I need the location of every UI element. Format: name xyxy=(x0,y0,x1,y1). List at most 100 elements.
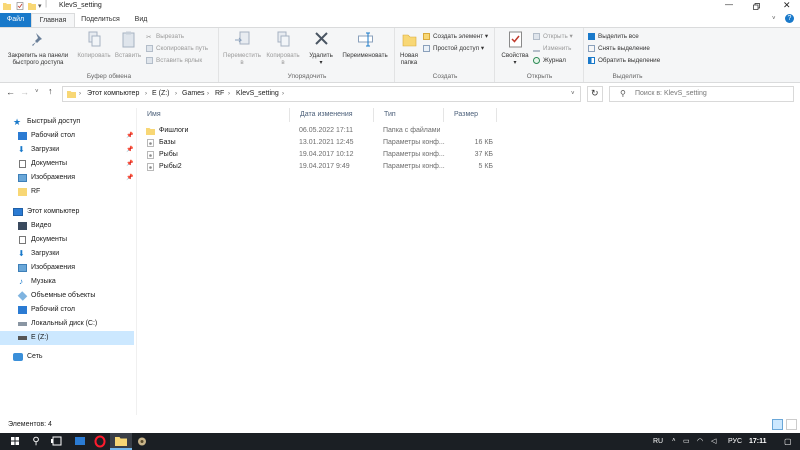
qat-dropdown-icon[interactable]: ▾ xyxy=(38,2,42,10)
tab-view[interactable]: Вид xyxy=(128,13,154,27)
large-icons-view-icon[interactable] xyxy=(786,419,797,430)
nav-item-3d-objects[interactable]: Объемные объекты xyxy=(0,289,134,303)
breadcrumb-this-pc[interactable]: Этот компьютер xyxy=(87,87,139,101)
breadcrumb-games[interactable]: Games xyxy=(182,87,205,101)
input-language[interactable]: РУС xyxy=(728,433,742,450)
paste-shortcut-button[interactable]: Вставить ярлык xyxy=(146,56,202,66)
breadcrumb-current[interactable]: KlevS_setting xyxy=(236,87,279,101)
table-row[interactable]: Фишлоги 06.05.2022 17:11 Папка с файлами xyxy=(137,125,537,137)
breadcrumb-rf[interactable]: RF xyxy=(215,87,224,101)
nav-network[interactable]: Сеть xyxy=(0,350,134,364)
nav-item-pictures[interactable]: Изображения 📌 xyxy=(0,171,134,185)
breadcrumb-drive[interactable]: E (Z:) xyxy=(152,87,170,101)
clock[interactable]: 17:11 xyxy=(749,433,767,450)
new-folder-icon[interactable] xyxy=(28,2,36,10)
show-hidden-icons-icon[interactable]: ˄ xyxy=(672,433,676,450)
pin-icon[interactable]: 📌 xyxy=(126,157,133,171)
nav-quick-access[interactable]: ★ Быстрый доступ xyxy=(0,115,134,129)
recent-locations-icon[interactable]: ˅ xyxy=(35,89,39,95)
select-none-button[interactable]: Снять выделение xyxy=(588,44,650,54)
volume-icon[interactable]: ◁ xyxy=(711,433,716,450)
language-indicator[interactable]: RU xyxy=(653,433,663,450)
up-button[interactable]: ↑ xyxy=(48,86,53,96)
breadcrumb-separator[interactable]: › xyxy=(79,87,81,101)
edit-button[interactable]: Изменить xyxy=(533,44,571,54)
properties-button[interactable]: Свойства ▾ xyxy=(498,31,532,66)
table-row[interactable]: Рыбы 19.04.2017 10:12 Параметры конф... … xyxy=(137,149,537,161)
opera-icon[interactable] xyxy=(89,433,111,450)
windows-start-icon[interactable] xyxy=(4,433,26,450)
breadcrumb-separator[interactable]: › xyxy=(145,87,147,101)
pin-icon[interactable]: 📌 xyxy=(126,171,133,185)
desktop-icon xyxy=(18,306,27,314)
nav-item-downloads[interactable]: ⬇ Загрузки 📌 xyxy=(0,143,134,157)
pin-icon[interactable]: 📌 xyxy=(126,143,133,157)
move-to-button[interactable]: Переместить в xyxy=(222,31,262,66)
nav-item-documents[interactable]: Документы 📌 xyxy=(0,157,134,171)
search-icon[interactable]: ⚲ xyxy=(25,433,47,450)
cut-button[interactable]: ✂ Вырезать xyxy=(146,32,184,42)
nav-this-pc[interactable]: Этот компьютер xyxy=(0,205,134,219)
ribbon-collapse-icon[interactable]: ˅ xyxy=(772,16,776,22)
table-row[interactable]: Рыбы2 19.04.2017 9:49 Параметры конф... … xyxy=(137,161,537,173)
nav-item-drive-e[interactable]: E (Z:) xyxy=(0,331,134,345)
nav-item-pc-downloads[interactable]: ⬇ Загрузки xyxy=(0,247,134,261)
app-icon[interactable] xyxy=(131,433,153,450)
column-header-date[interactable]: Дата изменения xyxy=(290,108,374,122)
forward-button[interactable]: → xyxy=(20,87,29,97)
column-header-name[interactable]: Имя xyxy=(137,108,290,122)
select-all-button[interactable]: Выделить все xyxy=(588,32,639,42)
delete-button[interactable]: Удалить ▾ xyxy=(305,31,337,66)
new-item-label: Создать элемент xyxy=(433,33,484,40)
open-button[interactable]: Открыть ▾ xyxy=(533,32,573,42)
invert-selection-button[interactable]: Обратить выделение xyxy=(588,56,660,66)
pin-quick-access-button[interactable]: Закрепить на панели быстрого доступа xyxy=(2,31,74,66)
nav-item-pc-documents[interactable]: Документы xyxy=(0,233,134,247)
nav-item-rf[interactable]: RF xyxy=(0,185,134,199)
history-button[interactable]: Журнал xyxy=(533,56,566,66)
back-button[interactable]: ← xyxy=(6,87,15,97)
paste-button[interactable]: Вставить xyxy=(113,31,143,59)
tab-share[interactable]: Поделиться xyxy=(77,13,124,27)
help-icon[interactable]: ? xyxy=(785,14,794,23)
ribbon: Закрепить на панели быстрого доступа Коп… xyxy=(0,27,800,83)
task-view-icon[interactable] xyxy=(46,433,68,450)
breadcrumb-separator[interactable]: › xyxy=(175,87,177,101)
search-input[interactable]: ⚲ Поиск в: KlevS_setting xyxy=(609,86,794,102)
column-header-size[interactable]: Размер xyxy=(444,108,497,122)
restore-button[interactable] xyxy=(753,3,760,10)
tab-file[interactable]: Файл xyxy=(0,13,31,27)
nav-item-desktop[interactable]: Рабочий стол 📌 xyxy=(0,129,134,143)
explorer-taskbar-button[interactable] xyxy=(110,433,132,450)
pin-icon[interactable]: 📌 xyxy=(126,129,133,143)
breadcrumb-separator[interactable]: › xyxy=(228,87,230,101)
nav-item-pc-desktop[interactable]: Рабочий стол xyxy=(0,303,134,317)
nav-item-pc-pictures[interactable]: Изображения xyxy=(0,261,134,275)
new-folder-button[interactable]: Новая папка xyxy=(396,31,422,66)
breadcrumb-separator[interactable]: › xyxy=(207,87,209,101)
close-button[interactable]: ✕ xyxy=(783,0,791,11)
properties-icon[interactable] xyxy=(16,2,24,10)
breadcrumb-separator[interactable]: › xyxy=(282,87,284,101)
nav-item-videos[interactable]: Видео xyxy=(0,219,134,233)
copy-button[interactable]: Копировать xyxy=(74,31,114,59)
nav-item-local-disk[interactable]: Локальный диск (C:) xyxy=(0,317,134,331)
desktop-app-icon[interactable] xyxy=(69,433,91,450)
copy-to-button[interactable]: Копировать в xyxy=(263,31,303,66)
minimize-button[interactable]: — xyxy=(719,0,739,9)
wifi-icon[interactable]: ◠ xyxy=(697,433,703,450)
address-dropdown-icon[interactable]: ˅ xyxy=(571,87,575,101)
refresh-button[interactable]: ↻ xyxy=(587,86,603,102)
address-bar[interactable]: › Этот компьютер › E (Z:) › Games › RF ›… xyxy=(62,86,581,102)
column-header-type[interactable]: Тип xyxy=(374,108,444,122)
tab-home[interactable]: Главная xyxy=(31,13,75,28)
network-icon[interactable]: ▭ xyxy=(683,433,690,450)
table-row[interactable]: Базы 13.01.2021 12:45 Параметры конф... … xyxy=(137,137,537,149)
copy-path-button[interactable]: Скопировать путь xyxy=(146,44,208,54)
rename-button[interactable]: Переименовать xyxy=(337,31,393,59)
details-view-icon[interactable] xyxy=(772,419,783,430)
easy-access-button[interactable]: Простой доступ ▾ xyxy=(423,44,484,54)
nav-item-music[interactable]: ♪ Музыка xyxy=(0,275,134,289)
notifications-icon[interactable]: ▢ xyxy=(784,433,792,450)
new-item-button[interactable]: Создать элемент ▾ xyxy=(423,32,488,42)
